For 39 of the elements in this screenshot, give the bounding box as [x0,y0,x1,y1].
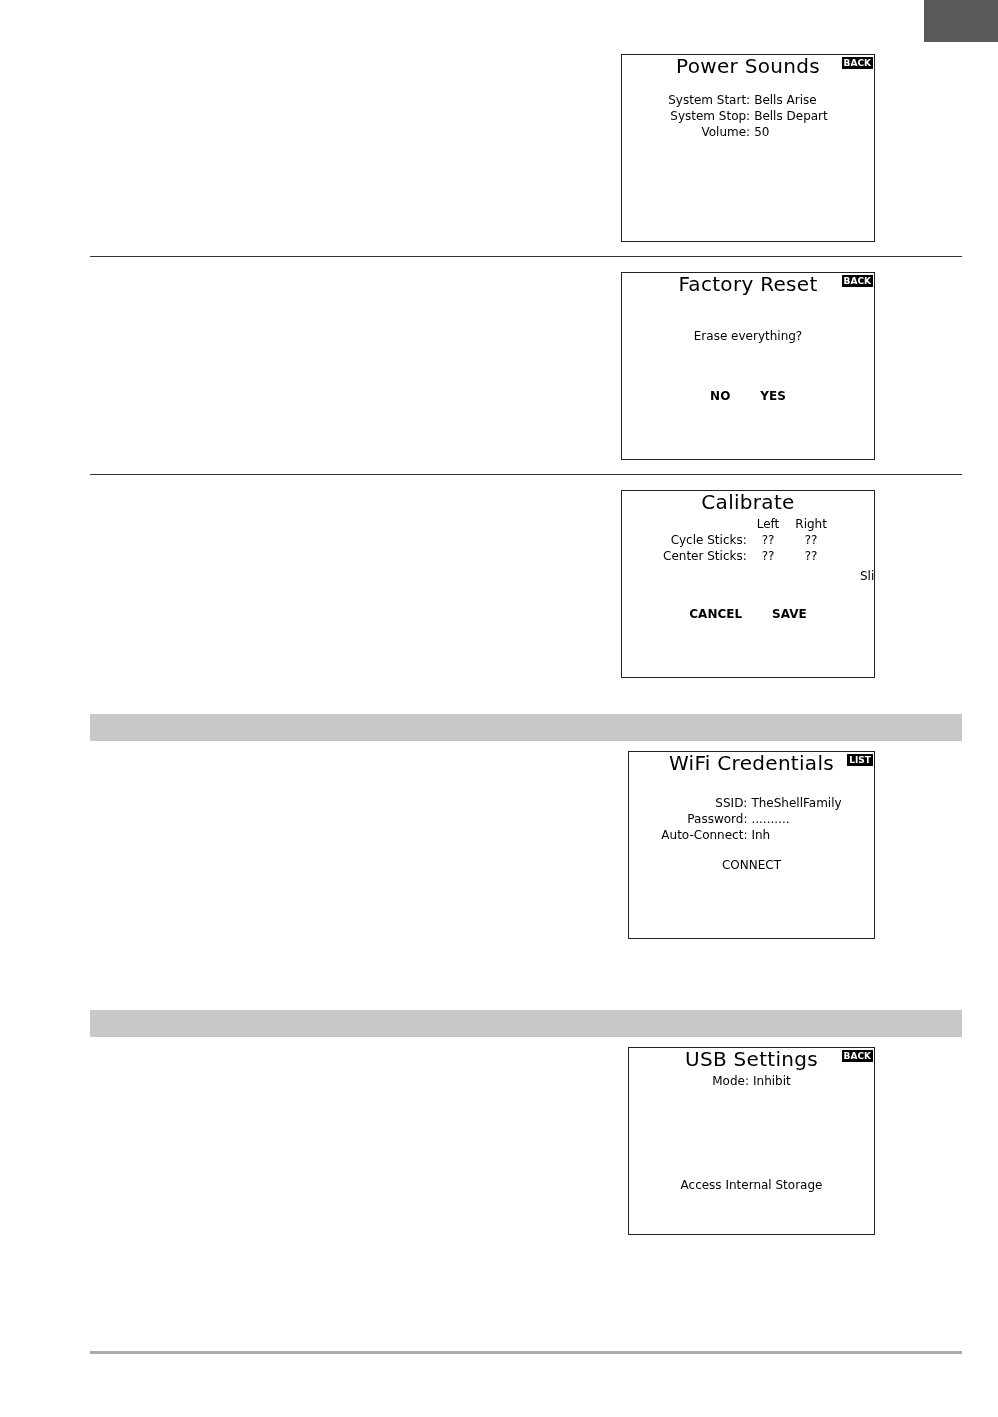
column-header: Right [794,517,828,531]
field-label: Mode: [712,1074,749,1088]
back-badge[interactable]: BACK [841,57,873,69]
field-value[interactable]: TheShellFamily [751,796,842,810]
action-option[interactable]: CONNECT [721,858,782,872]
field-value[interactable]: ?? [750,549,786,563]
back-badge[interactable]: LIST [847,754,873,766]
field-value[interactable]: ?? [789,533,833,547]
field-label: System Stop: [669,109,751,123]
field-label: Center Sticks: [663,549,747,563]
field-value[interactable]: ?? [750,533,786,547]
action-option[interactable]: CANCEL [689,607,743,621]
screen-title: Factory Reset [678,273,818,295]
screen-title: USB Settings [684,1048,818,1070]
back-badge[interactable]: BACK [841,1050,873,1062]
action-option[interactable]: NO [710,389,731,403]
clipped-text: Sli [860,569,874,583]
field-value[interactable]: Bells Depart [754,109,828,123]
field-value[interactable]: 50 [754,125,828,139]
action-option[interactable]: YES [760,389,786,403]
back-badge[interactable]: BACK [841,275,873,287]
field-label: Auto-Connect: [661,828,748,842]
field-value[interactable]: .......... [751,812,842,826]
screen-title: WiFi Credentials [669,752,834,774]
column-header: Left [755,517,781,531]
field-value[interactable]: Inhibit [753,1074,791,1088]
field-label: SSID: [714,796,748,810]
field-label: Cycle Sticks: [669,533,747,547]
screen-title: Power Sounds [676,55,820,77]
action-option[interactable]: Access Internal Storage [680,1178,823,1192]
prompt-text: Erase everything? [693,329,803,343]
field-value[interactable]: Bells Arise [754,93,828,107]
screen-title: Calibrate [701,491,795,513]
field-label: Volume: [700,125,751,139]
action-option[interactable]: SAVE [772,607,807,621]
field-value[interactable]: ?? [789,549,833,563]
field-label: System Start: [668,93,751,107]
field-label: Password: [686,812,748,826]
field-value[interactable]: Inh [751,828,842,842]
